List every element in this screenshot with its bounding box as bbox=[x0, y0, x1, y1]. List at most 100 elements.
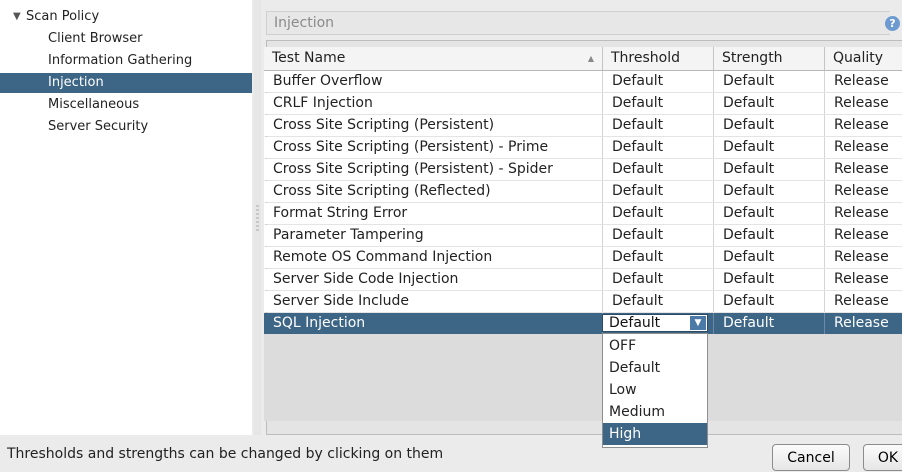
cell-test-name: Parameter Tampering bbox=[264, 225, 603, 246]
tree-item-server-security[interactable]: Server Security bbox=[0, 117, 252, 137]
column-header-label: Threshold bbox=[611, 50, 680, 66]
cell-threshold[interactable]: Default bbox=[603, 93, 714, 114]
table-empty-area bbox=[264, 334, 902, 421]
cell-strength[interactable]: Default bbox=[714, 71, 825, 92]
cell-test-name: Cross Site Scripting (Persistent) - Prim… bbox=[264, 137, 603, 158]
cell-threshold[interactable]: Default bbox=[603, 225, 714, 246]
cell-test-name: CRLF Injection bbox=[264, 93, 603, 114]
column-header-threshold[interactable]: Threshold bbox=[603, 47, 714, 70]
scan-policy-tree[interactable]: ▼ Scan Policy Client Browser Information… bbox=[0, 0, 252, 435]
cell-quality: Release bbox=[834, 293, 889, 309]
cell-test-name: Buffer Overflow bbox=[264, 71, 603, 92]
cell-strength[interactable]: Default bbox=[714, 93, 825, 114]
chevron-down-icon[interactable]: ▼ bbox=[690, 316, 706, 330]
help-icon[interactable]: ? bbox=[885, 16, 900, 31]
tree-item-information-gathering[interactable]: Information Gathering bbox=[0, 51, 252, 71]
table-row[interactable]: Remote OS Command Injection Default Defa… bbox=[264, 247, 902, 268]
column-header-label: Strength bbox=[722, 50, 783, 66]
dropdown-option-off[interactable]: OFF bbox=[603, 335, 707, 357]
tree-item-label: Client Browser bbox=[48, 31, 143, 46]
cell-threshold[interactable]: Default bbox=[603, 115, 714, 136]
cell-quality: Release bbox=[834, 117, 889, 133]
cell-threshold[interactable]: Default bbox=[603, 137, 714, 158]
status-text: Thresholds and strengths can be changed … bbox=[7, 446, 444, 462]
ok-button[interactable]: OK bbox=[863, 444, 902, 471]
cell-threshold[interactable]: Default bbox=[603, 269, 714, 290]
cell-threshold[interactable]: Default bbox=[603, 291, 714, 312]
sort-ascending-icon: ▲ bbox=[587, 54, 594, 63]
cell-quality: Release bbox=[834, 161, 889, 177]
cell-test-name: Server Side Code Injection bbox=[264, 269, 603, 290]
cell-strength[interactable]: Default bbox=[714, 269, 825, 290]
cell-test-name: SQL Injection bbox=[264, 313, 603, 334]
panel-title: Injection bbox=[274, 15, 335, 31]
dropdown-option-medium[interactable]: Medium bbox=[603, 401, 707, 423]
cell-quality: Release bbox=[834, 227, 889, 243]
column-header-label: Quality bbox=[833, 50, 884, 66]
tree-item-label: Miscellaneous bbox=[48, 97, 140, 112]
table-row[interactable]: Cross Site Scripting (Persistent) Defaul… bbox=[264, 115, 902, 136]
cell-threshold[interactable]: Default bbox=[603, 71, 714, 92]
cell-strength[interactable]: Default bbox=[714, 291, 825, 312]
tree-item-scan-policy[interactable]: ▼ Scan Policy bbox=[0, 7, 252, 27]
table-row[interactable]: Cross Site Scripting (Persistent) - Spid… bbox=[264, 159, 902, 180]
cell-quality: Release bbox=[834, 271, 889, 287]
cell-threshold[interactable]: Default bbox=[603, 159, 714, 180]
cell-strength[interactable]: Default bbox=[714, 313, 825, 334]
cell-quality: Release bbox=[834, 249, 889, 265]
cell-strength[interactable]: Default bbox=[714, 137, 825, 158]
expand-toggle-icon[interactable]: ▼ bbox=[13, 7, 21, 27]
cell-quality: Release bbox=[834, 95, 889, 111]
column-header-label: Test Name bbox=[272, 50, 346, 66]
column-header-quality[interactable]: Quality bbox=[825, 47, 902, 70]
cell-strength[interactable]: Default bbox=[714, 203, 825, 224]
cell-strength[interactable]: Default bbox=[714, 115, 825, 136]
table-row[interactable]: Format String Error Default Default Rele… bbox=[264, 203, 902, 224]
tree-item-injection[interactable]: Injection bbox=[0, 73, 252, 93]
cell-threshold[interactable]: Default bbox=[603, 181, 714, 202]
cell-quality: Release bbox=[834, 183, 889, 199]
cell-test-name: Remote OS Command Injection bbox=[264, 247, 603, 268]
cell-test-name: Format String Error bbox=[264, 203, 603, 224]
table-row[interactable]: Server Side Include Default Default Rele… bbox=[264, 291, 902, 312]
cancel-button[interactable]: Cancel bbox=[772, 444, 850, 471]
table-row-selected[interactable]: SQL Injection Default Release bbox=[264, 313, 902, 334]
cell-threshold[interactable]: Default bbox=[603, 247, 714, 268]
dropdown-option-low[interactable]: Low bbox=[603, 379, 707, 401]
tree-item-label: Server Security bbox=[48, 119, 149, 134]
table-row[interactable]: Cross Site Scripting (Reflected) Default… bbox=[264, 181, 902, 202]
splitter-grip-icon[interactable] bbox=[256, 205, 259, 233]
dropdown-option-default[interactable]: Default bbox=[603, 357, 707, 379]
threshold-dropdown-list[interactable]: OFF Default Low Medium High bbox=[602, 333, 708, 448]
threshold-combo[interactable]: Default ▼ bbox=[602, 314, 708, 332]
tree-item-client-browser[interactable]: Client Browser bbox=[0, 29, 252, 49]
cell-strength[interactable]: Default bbox=[714, 181, 825, 202]
cell-strength[interactable]: Default bbox=[714, 225, 825, 246]
cell-quality: Release bbox=[834, 73, 889, 89]
cell-test-name: Cross Site Scripting (Persistent) - Spid… bbox=[264, 159, 603, 180]
dropdown-option-high[interactable]: High bbox=[603, 423, 707, 445]
panel-title-field: Injection ? bbox=[266, 11, 900, 35]
cell-threshold[interactable]: Default bbox=[603, 203, 714, 224]
table-row[interactable]: CRLF Injection Default Default Release bbox=[264, 93, 902, 114]
cell-strength[interactable]: Default bbox=[714, 159, 825, 180]
cell-quality: Release bbox=[834, 139, 889, 155]
cell-test-name: Server Side Include bbox=[264, 291, 603, 312]
cell-quality: Release bbox=[834, 315, 889, 331]
tree-item-label: Scan Policy bbox=[26, 9, 100, 24]
table-header: Test Name ▲ Threshold Strength Quality bbox=[264, 47, 902, 71]
cell-strength[interactable]: Default bbox=[714, 247, 825, 268]
column-header-strength[interactable]: Strength bbox=[714, 47, 825, 70]
cell-test-name: Cross Site Scripting (Reflected) bbox=[264, 181, 603, 202]
tree-item-label: Injection bbox=[48, 75, 104, 90]
threshold-combo-value: Default bbox=[609, 315, 661, 331]
tree-item-miscellaneous[interactable]: Miscellaneous bbox=[0, 95, 252, 115]
tree-item-label: Information Gathering bbox=[48, 53, 193, 68]
table-row[interactable]: Cross Site Scripting (Persistent) - Prim… bbox=[264, 137, 902, 158]
table-row[interactable]: Server Side Code Injection Default Defau… bbox=[264, 269, 902, 290]
table-row[interactable]: Parameter Tampering Default Default Rele… bbox=[264, 225, 902, 246]
cell-quality: Release bbox=[834, 205, 889, 221]
table-row[interactable]: Buffer Overflow Default Default Release bbox=[264, 71, 902, 92]
cell-test-name: Cross Site Scripting (Persistent) bbox=[264, 115, 603, 136]
column-header-test-name[interactable]: Test Name ▲ bbox=[264, 47, 603, 70]
